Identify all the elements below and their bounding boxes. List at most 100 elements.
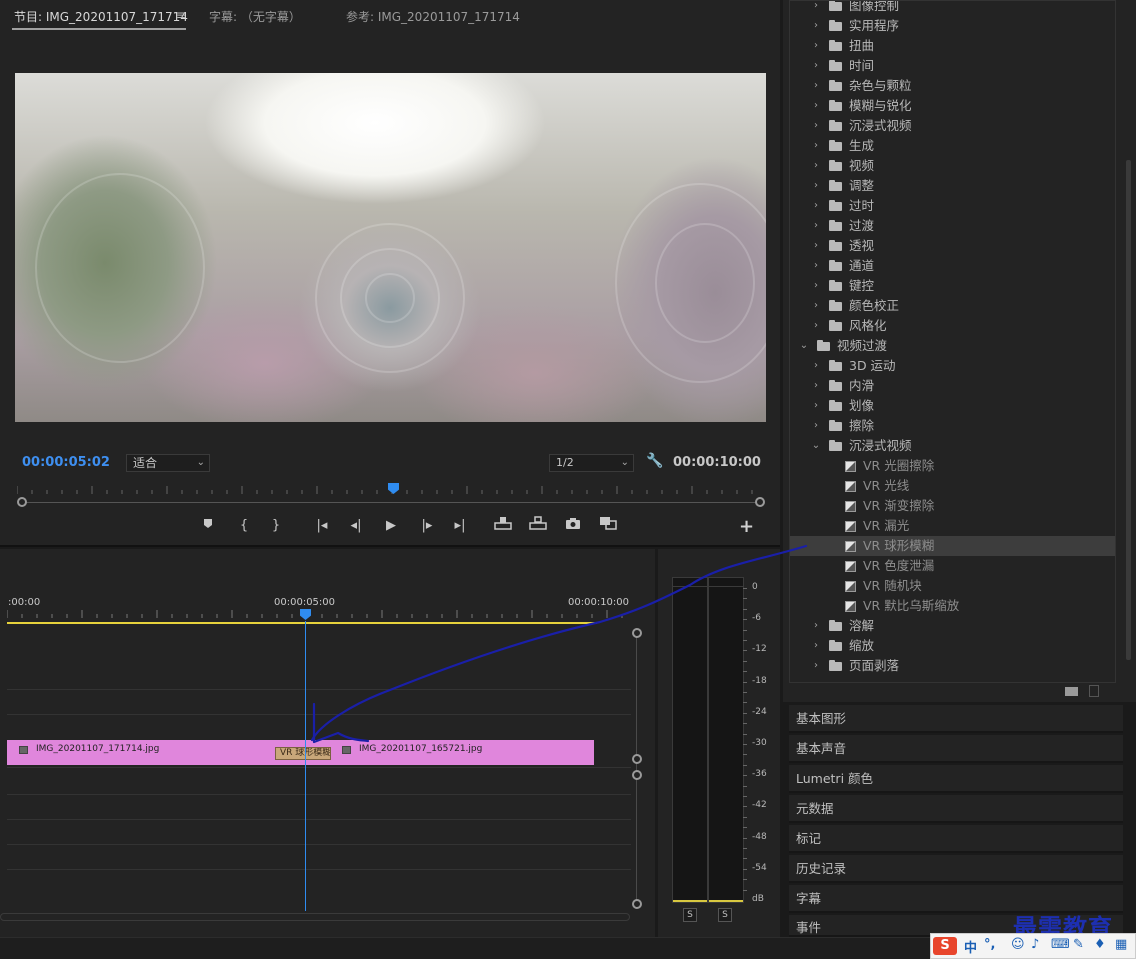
panel-essential-sound[interactable]: 基本声音	[789, 735, 1123, 763]
add-button[interactable]: +	[739, 516, 754, 537]
chevron-right-icon[interactable]: ›	[810, 16, 822, 36]
current-timecode[interactable]: 00:00:05:02	[22, 455, 110, 470]
ime-punctuation-toggle[interactable]: °,	[984, 937, 995, 952]
effect-folder[interactable]: › 调整	[790, 176, 1115, 196]
video-track-scroll-handle[interactable]	[632, 628, 642, 638]
chevron-right-icon[interactable]: ›	[810, 1, 822, 16]
sogou-logo[interactable]: S	[933, 937, 957, 955]
skin-icon[interactable]: ♦	[1094, 937, 1106, 952]
solo-right-button[interactable]: S	[718, 908, 732, 922]
toolbox-icon[interactable]: ✎	[1073, 937, 1084, 952]
effect-folder[interactable]: › 模糊与锐化	[790, 96, 1115, 116]
chevron-right-icon[interactable]: ›	[810, 276, 822, 296]
chevron-right-icon[interactable]: ›	[810, 376, 822, 396]
step-forward-button[interactable]: |▸	[417, 516, 437, 536]
audio-track-scroll-handle[interactable]	[632, 899, 642, 909]
timeline-horizontal-scrollbar[interactable]	[0, 913, 630, 921]
effect-folder[interactable]: › 键控	[790, 276, 1115, 296]
wrench-icon[interactable]: 🔧	[646, 453, 663, 469]
chevron-right-icon[interactable]: ›	[810, 356, 822, 376]
play-button[interactable]: ▶	[381, 516, 401, 536]
chevron-right-icon[interactable]: ›	[810, 636, 822, 656]
chevron-right-icon[interactable]: ›	[810, 236, 822, 256]
transition-vr-spherical-blur[interactable]: VR 球形模糊	[275, 747, 331, 760]
effect-item[interactable]: VR 色度泄漏	[790, 556, 1115, 576]
panel-metadata[interactable]: 元数据	[789, 795, 1123, 823]
fit-dropdown[interactable]: 适合 ⌄	[126, 454, 210, 472]
ime-language-toggle[interactable]: 中	[964, 937, 977, 956]
video-track-scroll-handle[interactable]	[632, 754, 642, 764]
chevron-right-icon[interactable]: ›	[810, 196, 822, 216]
panel-essential-graphics[interactable]: 基本图形	[789, 705, 1123, 733]
effect-folder[interactable]: ⌄ 视频过渡	[790, 336, 1115, 356]
effect-folder[interactable]: › 颜色校正	[790, 296, 1115, 316]
keyboard-icon[interactable]: ⌨	[1051, 937, 1070, 952]
meter-peak-indicators[interactable]	[672, 577, 744, 587]
tab-reference[interactable]: 参考: IMG_20201107_171714	[346, 8, 520, 25]
effect-folder[interactable]: › 内滑	[790, 376, 1115, 396]
new-folder-icon[interactable]	[1065, 687, 1078, 696]
effect-folder[interactable]: › 扭曲	[790, 36, 1115, 56]
timeline-ruler[interactable]	[7, 610, 627, 618]
microphone-icon[interactable]: ♪	[1031, 937, 1039, 952]
effect-item[interactable]: VR 随机块	[790, 576, 1115, 596]
mark-out-button[interactable]: }	[266, 516, 286, 536]
chevron-right-icon[interactable]: ›	[810, 396, 822, 416]
chevron-right-icon[interactable]: ›	[810, 76, 822, 96]
chevron-right-icon[interactable]: ›	[810, 116, 822, 136]
extract-button[interactable]	[528, 516, 548, 537]
resolution-dropdown[interactable]: 1/2 ⌄	[549, 454, 634, 472]
go-to-in-button[interactable]: |◂	[312, 516, 332, 536]
audio-track-scroll-handle[interactable]	[632, 770, 642, 780]
chevron-right-icon[interactable]: ›	[810, 176, 822, 196]
program-video-frame[interactable]	[15, 73, 766, 422]
effect-folder[interactable]: › 杂色与颗粒	[790, 76, 1115, 96]
effect-folder[interactable]: › 页面剥落	[790, 656, 1115, 676]
effects-scrollbar[interactable]	[1126, 160, 1131, 660]
scrub-end-handle[interactable]	[755, 497, 765, 507]
chevron-right-icon[interactable]: ›	[810, 56, 822, 76]
effect-item[interactable]: VR 默比乌斯缩放	[790, 596, 1115, 616]
chevron-right-icon[interactable]: ›	[810, 136, 822, 156]
chevron-right-icon[interactable]: ›	[810, 656, 822, 676]
effect-item[interactable]: VR 球形模糊	[790, 536, 1115, 556]
effect-folder[interactable]: ⌄ 沉浸式视频	[790, 436, 1115, 456]
chevron-right-icon[interactable]: ›	[810, 36, 822, 56]
panel-menu-icon[interactable]: ≡	[176, 8, 186, 22]
effect-item[interactable]: VR 光圈擦除	[790, 456, 1115, 476]
effect-folder[interactable]: › 通道	[790, 256, 1115, 276]
chevron-down-icon[interactable]: ⌄	[798, 336, 810, 356]
effect-folder[interactable]: › 过渡	[790, 216, 1115, 236]
effect-folder[interactable]: › 过时	[790, 196, 1115, 216]
clip-b[interactable]: IMG_20201107_165721.jpg	[305, 740, 594, 765]
compare-view-button[interactable]	[598, 516, 618, 537]
mark-in-button[interactable]: {	[234, 516, 254, 536]
effect-folder[interactable]: › 实用程序	[790, 16, 1115, 36]
effect-item[interactable]: VR 漏光	[790, 516, 1115, 536]
track-scrollbar[interactable]	[636, 633, 637, 905]
scrub-bar[interactable]	[21, 502, 759, 503]
tab-captions[interactable]: 字幕: （无字幕）	[209, 8, 301, 25]
effect-folder[interactable]: › 生成	[790, 136, 1115, 156]
chevron-right-icon[interactable]: ›	[810, 616, 822, 636]
effect-folder[interactable]: › 3D 运动	[790, 356, 1115, 376]
solo-left-button[interactable]: S	[683, 908, 697, 922]
chevron-right-icon[interactable]: ›	[810, 96, 822, 116]
clip-a[interactable]: IMG_20201107_171714.jpg	[7, 740, 305, 765]
effect-folder[interactable]: › 缩放	[790, 636, 1115, 656]
chevron-right-icon[interactable]: ›	[810, 296, 822, 316]
chevron-right-icon[interactable]: ›	[810, 216, 822, 236]
timeline-playhead-line[interactable]	[305, 621, 306, 911]
trash-icon[interactable]	[1089, 685, 1099, 697]
effect-item[interactable]: VR 光线	[790, 476, 1115, 496]
effect-folder[interactable]: › 划像	[790, 396, 1115, 416]
panel-lumetri-color[interactable]: Lumetri 颜色	[789, 765, 1123, 793]
export-frame-button[interactable]	[563, 516, 583, 537]
timeline-playhead[interactable]	[300, 609, 311, 620]
panel-markers[interactable]: 标记	[789, 825, 1123, 853]
grid-icon[interactable]: ▦	[1115, 937, 1127, 952]
lift-button[interactable]	[493, 516, 513, 537]
scrub-start-handle[interactable]	[17, 497, 27, 507]
tab-program[interactable]: 节目: IMG_20201107_171714	[14, 8, 188, 25]
effect-folder[interactable]: › 风格化	[790, 316, 1115, 336]
